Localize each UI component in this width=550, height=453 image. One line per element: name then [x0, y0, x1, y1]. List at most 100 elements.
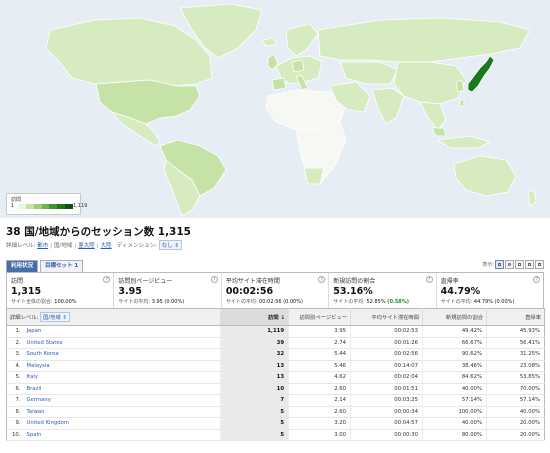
cell-new-visits: 38.46%	[422, 360, 487, 372]
map-legend: 訪問 1 1,119	[6, 193, 87, 215]
cell-new-visits: 40.00%	[422, 417, 487, 430]
country-link[interactable]: Spain	[22, 429, 221, 441]
cell-visits: 39	[220, 337, 289, 349]
region-new-zealand	[527, 189, 537, 207]
region-russia	[317, 17, 531, 63]
cell-visits: 5	[220, 406, 289, 418]
view-label: 表示:	[482, 262, 494, 268]
region-south-africa	[303, 167, 325, 185]
column-header-pages-per-visit[interactable]: 訪問別ページビュー	[288, 308, 351, 326]
cell-avg-time: 00:00:30	[350, 429, 423, 441]
cell-pages-per-visit: 2.74	[288, 337, 351, 349]
metric-sub-delta: (0.58%)	[387, 299, 410, 305]
country-link[interactable]: Malaysia	[22, 360, 221, 372]
pie-view-icon[interactable]	[505, 260, 514, 269]
cell-avg-time: 00:02:56	[350, 348, 423, 361]
cell-visits: 13	[220, 360, 289, 372]
country-link[interactable]: Italy	[22, 371, 221, 384]
column-header-bounce-rate[interactable]: 直帰率	[486, 308, 545, 326]
cell-visits: 5	[220, 429, 289, 441]
legend-min: 1	[11, 203, 15, 209]
detail-link-continent[interactable]: 大陸	[101, 243, 112, 249]
dimension-header: 詳細レベル: 国/地域 ⇕	[6, 308, 221, 326]
country-link[interactable]: Brazil	[22, 383, 221, 395]
report-tabs: 利用状況 目標セット 1	[6, 260, 85, 272]
detail-link-country[interactable]: 国/地域	[54, 243, 72, 249]
column-header-new-visits[interactable]: 新規訪問の割合	[422, 308, 487, 326]
cell-new-visits: 100.00%	[422, 406, 487, 418]
cell-visits: 1,119	[220, 325, 289, 338]
detail-link-city[interactable]: 都市	[37, 243, 48, 249]
column-header-avg-time[interactable]: 平均サイト滞在時間	[350, 308, 423, 326]
dimension-dropdown[interactable]: なし ⇕	[158, 240, 182, 250]
column-header-visits[interactable]: 訪問 ↓	[220, 308, 289, 326]
cell-bounce-rate: 45.93%	[486, 325, 545, 338]
row-number: 5.	[6, 371, 23, 384]
cell-avg-time: 00:01:51	[350, 383, 423, 395]
dimension-selector[interactable]: 国/地域 ⇕	[39, 312, 70, 322]
help-icon[interactable]: ?	[425, 276, 433, 283]
country-link[interactable]: Germany	[22, 394, 221, 407]
cell-avg-time: 00:14:07	[350, 360, 423, 372]
tab-usage[interactable]: 利用状況	[6, 260, 39, 272]
cell-visits: 10	[220, 383, 289, 395]
pivot-view-icon[interactable]	[535, 260, 544, 269]
cell-pages-per-visit: 2.14	[288, 394, 351, 407]
dimension-header-label: 詳細レベル:	[10, 315, 39, 321]
region-central-asia	[339, 61, 399, 85]
row-number: 1.	[6, 325, 23, 338]
comparison-view-icon[interactable]	[525, 260, 534, 269]
region-canada	[45, 17, 213, 87]
region-taiwan	[459, 99, 465, 107]
cell-avg-time: 00:02:04	[350, 371, 423, 384]
country-link[interactable]: Taiwan	[22, 406, 221, 418]
table-row: 1. Japan 1,119 3.95 00:02:53 49.42% 45.93%	[6, 325, 545, 338]
region-australia	[453, 155, 517, 197]
row-number: 4.	[6, 360, 23, 372]
legend-title: 訪問	[11, 197, 22, 203]
legend-max: 1,119	[73, 203, 88, 209]
table-header-row: 詳細レベル: 国/地域 ⇕ 訪問 ↓ 訪問別ページビュー 平均サイト滞在時間 新…	[6, 308, 545, 326]
cell-avg-time: 00:00:34	[350, 406, 423, 418]
cell-pages-per-visit: 5.46	[288, 360, 351, 372]
cell-bounce-rate: 23.08%	[486, 360, 545, 372]
world-map[interactable]: 訪問 1 1,119	[0, 0, 550, 218]
cell-avg-time: 00:02:53	[350, 325, 423, 338]
region-malaysia	[431, 127, 447, 137]
table-view-icon[interactable]	[495, 260, 504, 269]
row-number: 8.	[6, 406, 23, 418]
cell-bounce-rate: 57.14%	[486, 394, 545, 407]
cell-bounce-rate: 70.00%	[486, 383, 545, 395]
row-number: 9.	[6, 417, 23, 430]
detail-link-subcontinent[interactable]: 亜大陸	[78, 243, 95, 249]
cell-avg-time: 00:01:26	[350, 337, 423, 349]
metric-value: 44.79%	[440, 286, 481, 297]
cell-pages-per-visit: 2.60	[288, 383, 351, 395]
metric-avg-time: 平均サイト滞在時間 00:02:56 サイトの平均: 00:02:56 (0.0…	[222, 273, 330, 308]
cell-pages-per-visit: 4.62	[288, 371, 351, 384]
help-icon[interactable]: ?	[210, 276, 218, 283]
cell-visits: 13	[220, 371, 289, 384]
tab-goal-set-1[interactable]: 目標セット 1	[40, 260, 84, 272]
cell-visits: 32	[220, 348, 289, 361]
legend-gradient	[18, 204, 74, 209]
metric-label: 平均サイト滞在時間	[225, 278, 280, 285]
cell-avg-time: 00:03:25	[350, 394, 423, 407]
row-number: 2.	[6, 337, 23, 349]
country-link[interactable]: Japan	[22, 325, 221, 338]
cell-bounce-rate: 56.41%	[486, 337, 545, 349]
region-indonesia	[437, 135, 491, 149]
percentage-view-icon[interactable]	[515, 260, 524, 269]
metric-sub-label: サイトの平均:	[225, 299, 260, 305]
metric-sub-label: サイト全体の割合:	[11, 299, 55, 305]
country-link[interactable]: United States	[22, 337, 221, 349]
metric-label: 訪問別ページビュー	[118, 278, 173, 285]
metric-sub-label: サイトの平均:	[333, 299, 367, 305]
region-india	[371, 87, 405, 125]
region-scandinavia	[285, 23, 319, 57]
help-icon[interactable]: ?	[533, 276, 541, 283]
country-link[interactable]: United Kingdom	[22, 417, 221, 430]
dimension-label: ディメンション:	[116, 243, 157, 249]
country-link[interactable]: South Korea	[22, 348, 221, 361]
metric-label: 訪問	[11, 278, 24, 285]
